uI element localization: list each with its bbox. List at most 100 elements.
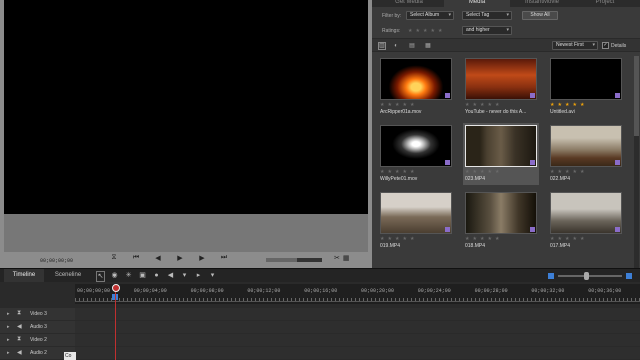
audio-filter-icon[interactable]: ◐ [392,42,400,50]
star-icon[interactable]: ★ [487,102,491,108]
go-end-icon[interactable]: ⏭ [220,254,228,262]
scissors-icon[interactable]: ✂ [334,254,340,262]
clip-rating-stars[interactable]: ★ ★ ★ ★ ★ [465,236,499,242]
star-icon[interactable]: ★ [408,28,412,34]
chevron-down-icon[interactable]: ▾ [180,271,189,282]
marker-icon[interactable]: ◉ [110,271,119,282]
clip-thumbnail[interactable] [380,192,452,234]
star-icon[interactable]: ★ [565,236,569,242]
star-icon[interactable]: ★ [495,102,499,108]
zoom-out-button[interactable] [548,273,554,279]
star-icon[interactable]: ★ [550,169,554,175]
sort-dropdown[interactable]: Newest First ▾ [552,41,598,50]
details-checkbox[interactable]: ✓ [602,42,609,49]
clip-rating-stars[interactable]: ★ ★ ★ ★ ★ [380,236,414,242]
track-lane[interactable] [75,308,640,320]
monitor-preview-screen[interactable] [4,0,368,214]
clip-rating-stars[interactable]: ★ ★ ★ ★ ★ [465,102,499,108]
star-icon[interactable]: ★ [430,28,434,34]
clip-thumbnail[interactable] [380,125,452,167]
star-icon[interactable]: ★ [557,102,561,108]
star-icon[interactable]: ★ [472,102,476,108]
star-icon[interactable]: ★ [402,102,406,108]
star-icon[interactable]: ★ [472,169,476,175]
star-icon[interactable]: ★ [487,169,491,175]
expand-arrow-icon[interactable]: ▸ [7,324,10,330]
star-icon[interactable]: ★ [410,236,414,242]
star-icon[interactable]: ★ [557,169,561,175]
clip-rating-stars[interactable]: ★ ★ ★ ★ ★ [380,102,414,108]
star-icon[interactable]: ★ [402,236,406,242]
star-icon[interactable]: ★ [395,169,399,175]
grid-icon[interactable]: ▦ [343,254,350,262]
track-lane[interactable] [75,321,640,333]
star-icon[interactable]: ★ [415,28,419,34]
star-icon[interactable]: ★ [480,102,484,108]
clip-thumbnail[interactable] [380,58,452,100]
star-icon[interactable]: ★ [380,102,384,108]
tab-instantmovie[interactable]: InstantMovie [512,0,572,7]
audio-icon[interactable]: ◀ [166,271,175,282]
star-icon[interactable]: ★ [557,236,561,242]
star-icon[interactable]: ★ [472,236,476,242]
effects-icon[interactable]: ✳ [124,271,133,282]
star-icon[interactable]: ★ [580,169,584,175]
clip-rating-stars[interactable]: ★ ★ ★ ★ ★ [550,102,584,108]
grid-view-icon[interactable]: ▦ [424,42,432,50]
star-icon[interactable]: ★ [480,169,484,175]
track-lane[interactable] [75,334,640,346]
tab-media[interactable]: Media [444,0,510,7]
album-dropdown[interactable]: Select Album ▾ [406,11,454,20]
play-icon[interactable]: ▸ [194,271,203,282]
selection-tool-icon[interactable]: ↖ [96,271,105,282]
ratings-dropdown[interactable]: and higher ▾ [462,26,512,35]
star-icon[interactable]: ★ [550,102,554,108]
star-icon[interactable]: ★ [580,102,584,108]
step-back-icon[interactable]: ◀ [154,254,162,262]
rating-filter-stars[interactable]: ★ ★ ★ ★ ★ [408,28,442,34]
tag-dropdown[interactable]: Select Tag ▾ [462,11,512,20]
chevron-down-icon[interactable]: ▾ [208,271,217,282]
expand-arrow-icon[interactable]: ▸ [7,350,10,356]
star-icon[interactable]: ★ [565,102,569,108]
zoom-slider-track[interactable] [558,275,622,277]
star-icon[interactable]: ★ [495,169,499,175]
star-icon[interactable]: ★ [565,169,569,175]
tab-get-media[interactable]: Get Media [376,0,442,7]
clip-rating-stars[interactable]: ★ ★ ★ ★ ★ [465,169,499,175]
clip-thumbnail[interactable] [465,125,537,167]
scissors-split-icon[interactable]: ⧖ [110,254,118,262]
zoom-in-button[interactable] [626,273,632,279]
step-forward-icon[interactable]: ▶ [198,254,206,262]
timeline-ruler[interactable]: 00;00;00;00 00;00;04;00 00;00;08;00 00;00;1… [75,284,640,304]
star-icon[interactable]: ★ [465,169,469,175]
playhead-handle[interactable] [112,284,120,292]
track-lane[interactable] [75,347,640,359]
titles-icon[interactable]: ▣ [138,271,147,282]
star-icon[interactable]: ★ [495,236,499,242]
star-icon[interactable]: ★ [423,28,427,34]
organizer-scrollbar[interactable] [634,56,639,268]
clip-thumbnail[interactable] [550,58,622,100]
star-icon[interactable]: ★ [465,102,469,108]
star-icon[interactable]: ★ [487,236,491,242]
tab-project[interactable]: Project [574,0,636,7]
clip-thumbnail[interactable] [465,58,537,100]
go-start-icon[interactable]: ⏮ [132,254,140,262]
star-icon[interactable]: ★ [410,169,414,175]
clip-rating-stars[interactable]: ★ ★ ★ ★ ★ [380,169,414,175]
star-icon[interactable]: ★ [572,169,576,175]
list-view-icon[interactable]: ▤ [408,42,416,50]
star-icon[interactable]: ★ [395,102,399,108]
expand-arrow-icon[interactable]: ▸ [7,337,10,343]
star-icon[interactable]: ★ [395,236,399,242]
clip-thumbnail[interactable] [550,192,622,234]
star-icon[interactable]: ★ [387,169,391,175]
view-mode-icon[interactable]: ▥ [378,42,386,50]
monitor-scrubber[interactable] [266,258,322,262]
scrollbar-thumb[interactable] [634,56,639,136]
star-icon[interactable]: ★ [380,169,384,175]
star-icon[interactable]: ★ [550,236,554,242]
clip-thumbnail[interactable] [465,192,537,234]
star-icon[interactable]: ★ [402,169,406,175]
